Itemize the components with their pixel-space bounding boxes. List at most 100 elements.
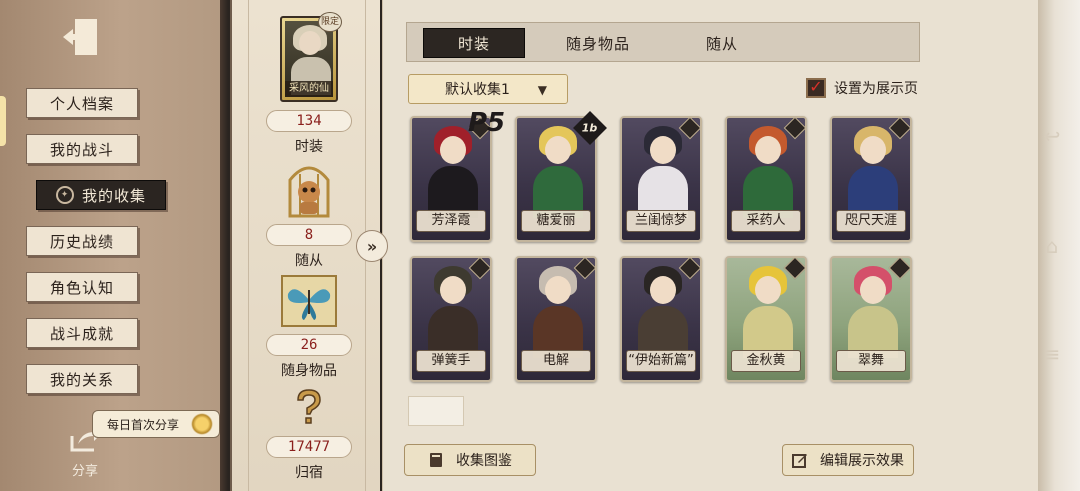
showcase-checkbox[interactable]: ✓	[806, 78, 826, 98]
character-face	[545, 136, 571, 164]
edit-icon	[792, 452, 808, 468]
collection-select-value: 默认收集1	[445, 82, 510, 98]
costume-card[interactable]: 金秋黄	[725, 256, 807, 382]
menu-icon[interactable]: ≡	[1040, 342, 1064, 366]
rarity-corner-icon	[783, 258, 805, 280]
chevron-down-icon: ▼	[537, 83, 547, 97]
sidebar-item-label: 个人档案	[49, 94, 114, 113]
costume-card[interactable]: 兰闺惊梦	[620, 116, 702, 242]
costume-thumbnail[interactable]: 采风的仙灵 限定	[280, 12, 342, 102]
share-tip-text: 每日首次分享	[107, 417, 180, 432]
browse-collection-button[interactable]: 收集图鉴	[404, 444, 536, 476]
sidebar-item-label: 我的收集	[81, 186, 146, 205]
character-face	[545, 276, 571, 304]
home-count: 17477	[266, 436, 352, 458]
costume-name: 电解	[521, 350, 591, 372]
character-face	[440, 136, 466, 164]
tab-label: 随从	[705, 34, 738, 53]
sidebar-item-label: 我的战斗	[49, 140, 114, 159]
rarity-corner-icon	[783, 118, 805, 140]
sidebar-item-profile[interactable]: 个人档案	[26, 88, 138, 118]
character-face	[860, 136, 886, 164]
pet-thumbnail[interactable]	[280, 160, 338, 222]
rarity-corner-icon	[888, 258, 910, 280]
reward-gem-icon	[186, 408, 218, 440]
rarity-corner-icon	[888, 118, 910, 140]
costume-card[interactable]: 电解	[515, 256, 597, 382]
p5-logo-text: P5	[468, 108, 506, 138]
showcase-label: 设置为展示页	[834, 81, 918, 97]
costume-portrait: 采风的仙灵	[285, 21, 333, 97]
character-face	[755, 136, 781, 164]
character-face	[650, 276, 676, 304]
p5-logo: P5	[468, 108, 505, 138]
sidebar-item-history[interactable]: 历史战绩	[26, 226, 138, 256]
costume-name: 弹簧手	[416, 350, 486, 372]
costume-card[interactable]: 咫尺天涯	[830, 116, 912, 242]
costume-name: 翠舞	[836, 350, 906, 372]
sidebar-item-battles[interactable]: 我的战斗	[26, 134, 138, 164]
limited-badge: 限定	[318, 12, 342, 32]
rarity-corner-icon	[573, 258, 595, 280]
portrait-face	[299, 31, 321, 55]
share-label: 分享	[72, 464, 99, 479]
home-label: 归宿	[295, 465, 323, 481]
sidebar-item-label: 战斗成就	[49, 324, 114, 343]
costume-count: 134	[266, 110, 352, 132]
home-icon[interactable]: ⌂	[1040, 234, 1064, 258]
pet-label: 随从	[295, 253, 323, 269]
showcase-toggle[interactable]: ✓ 设置为展示页	[806, 78, 918, 98]
costume-label: 时装	[295, 139, 323, 155]
character-face	[860, 276, 886, 304]
sidebar-item-label: 历史战绩	[49, 232, 114, 251]
costume-card[interactable]: 弹簧手	[410, 256, 492, 382]
tab-pets[interactable]: 随从	[671, 28, 773, 58]
item-label: 随身物品	[281, 363, 337, 379]
tab-costume[interactable]: 时装	[423, 28, 525, 58]
book-icon	[428, 452, 444, 468]
back-icon[interactable]: ↩	[1040, 124, 1064, 148]
costume-name: 糖爱丽	[521, 210, 591, 232]
character-face	[440, 276, 466, 304]
expand-chevron-icon[interactable]: »	[356, 230, 388, 262]
collab-badge-text: 1b	[582, 121, 598, 135]
rarity-corner-icon	[468, 258, 490, 280]
sidebar-item-relationships[interactable]: 我的关系	[26, 364, 138, 394]
item-count: 26	[266, 334, 352, 356]
sidebar-item-collection[interactable]: ✦ 我的收集	[36, 180, 166, 210]
edit-display-button[interactable]: 编辑展示效果	[782, 444, 914, 476]
exit-icon[interactable]	[56, 14, 102, 60]
costume-name: 兰闺惊梦	[626, 210, 696, 232]
costume-name: 芳泽霞	[416, 210, 486, 232]
collection-icon: ✦	[55, 186, 74, 204]
rarity-corner-icon	[678, 258, 700, 280]
costume-name: 采药人	[731, 210, 801, 232]
tab-accessories[interactable]: 随身物品	[547, 28, 649, 58]
pet-count: 8	[266, 224, 352, 246]
edit-button-label: 编辑展示效果	[820, 453, 904, 469]
character-face	[650, 136, 676, 164]
costume-name: 金秋黄	[731, 350, 801, 372]
costume-name: 咫尺天涯	[836, 210, 906, 232]
category-tabs: 时装 随身物品 随从	[406, 22, 920, 62]
collection-select[interactable]: 默认收集1 ▼	[408, 74, 568, 104]
home-thumbnail[interactable]	[280, 388, 338, 426]
share-tip: 每日首次分享	[92, 408, 220, 440]
left-sidebar: 个人档案 我的战斗 ✦ 我的收集 历史战绩 角色认知 战斗成就 我的关系 分享 …	[0, 0, 228, 491]
rarity-corner-icon	[678, 118, 700, 140]
sidebar-item-label: 角色认知	[49, 278, 114, 297]
costume-card[interactable]: “伊始新篇”	[620, 256, 702, 382]
tab-label: 时装	[457, 34, 490, 53]
item-thumbnail[interactable]	[280, 274, 338, 328]
sidebar-item-achievements[interactable]: 战斗成就	[26, 318, 138, 348]
sidebar-item-character-knowledge[interactable]: 角色认知	[26, 272, 138, 302]
costume-card[interactable]: 采药人	[725, 116, 807, 242]
character-face	[755, 276, 781, 304]
costume-card[interactable]: 翠舞	[830, 256, 912, 382]
empty-card-slot	[408, 396, 464, 426]
browse-button-label: 收集图鉴	[456, 453, 512, 469]
sidebar-notch	[0, 96, 6, 146]
costume-name: “伊始新篇”	[626, 350, 696, 372]
costume-caption: 采风的仙灵	[285, 81, 333, 97]
tab-label: 随身物品	[565, 34, 630, 53]
